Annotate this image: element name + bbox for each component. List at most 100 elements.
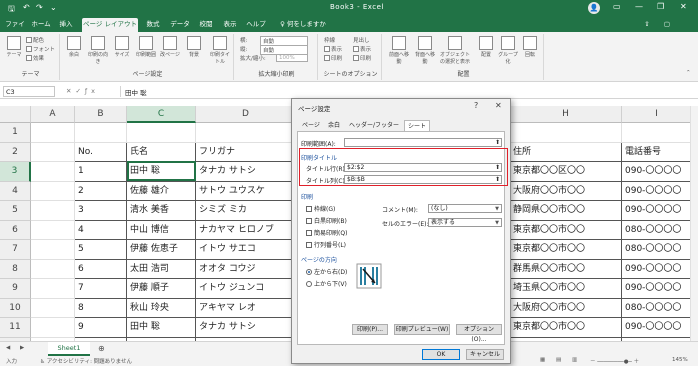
tell-me-search[interactable]: ♀ 何をしますか xyxy=(276,18,330,32)
table-cell[interactable]: 090-〇〇〇〇 xyxy=(622,259,692,279)
table-cell[interactable]: 埼玉県〇〇市〇〇 xyxy=(510,279,622,299)
dialog-tab-page[interactable]: ページ xyxy=(300,120,322,131)
row-header[interactable]: 2 xyxy=(0,142,31,162)
table-cell[interactable] xyxy=(196,123,296,143)
undo-icon[interactable]: ↶ xyxy=(23,3,30,12)
row-header[interactable]: 3 xyxy=(0,162,31,182)
table-header-cell[interactable]: No. xyxy=(75,142,127,162)
table-header-cell[interactable]: フリガナ xyxy=(196,142,296,162)
zoom-slider[interactable]: － ────────●─ ＋ xyxy=(590,357,639,365)
gridlines-checkbox[interactable]: 枠線(G) xyxy=(306,204,335,213)
column-header-c[interactable]: C xyxy=(127,106,196,123)
effects-button[interactable]: 効果 xyxy=(26,54,44,62)
table-cell[interactable]: 080-〇〇〇〇 xyxy=(622,298,692,318)
table-cell[interactable] xyxy=(31,240,75,260)
table-cell[interactable]: 4 xyxy=(75,220,127,240)
radio-left-to-right[interactable]: 左から右(D) xyxy=(306,267,347,276)
ribbon-display-icon[interactable]: ▭ xyxy=(613,2,621,11)
collapse-ribbon-icon[interactable]: ⌃ xyxy=(686,70,691,76)
table-header-cell[interactable]: 氏名 xyxy=(127,142,196,162)
column-header-d[interactable]: D xyxy=(196,106,296,123)
table-cell[interactable] xyxy=(75,123,127,143)
table-header-cell[interactable]: 電話番号 xyxy=(622,142,692,162)
print-titles-button[interactable]: 印刷タイトル xyxy=(208,36,232,65)
table-cell[interactable]: 9 xyxy=(75,318,127,338)
tab-formulas[interactable]: 数式 xyxy=(142,18,164,32)
title-rows-input[interactable]: $2:$2 ⬆ xyxy=(344,163,502,172)
gridlines-print-checkbox[interactable]: 印刷 xyxy=(324,54,342,62)
row-header[interactable]: 11 xyxy=(0,318,31,338)
table-cell[interactable] xyxy=(31,201,75,221)
options-button[interactable]: オプション(O)... xyxy=(456,324,502,343)
black-white-checkbox[interactable]: 白黒印刷(B) xyxy=(306,216,347,225)
row-header[interactable]: 6 xyxy=(0,220,31,240)
formula-buttons[interactable]: ✕✓ƒx xyxy=(66,87,99,95)
vertical-scrollbar[interactable] xyxy=(690,106,698,341)
next-sheet-icon[interactable]: ▶ xyxy=(20,345,24,351)
table-cell[interactable] xyxy=(31,220,75,240)
table-cell[interactable]: 伊藤 佐恵子 xyxy=(127,240,196,260)
row-header[interactable]: 5 xyxy=(0,201,31,221)
table-cell[interactable] xyxy=(622,123,692,143)
print-preview-button[interactable]: 印刷プレビュー(W) xyxy=(394,324,450,335)
dialog-tab-header-footer[interactable]: ヘッダー/フッター xyxy=(346,120,402,131)
themes-button[interactable]: テーマ xyxy=(4,36,24,64)
row-header[interactable]: 1 xyxy=(0,123,31,143)
formula-input[interactable]: 田中 聡 xyxy=(120,86,690,97)
table-cell[interactable] xyxy=(31,162,75,182)
row-col-headings-checkbox[interactable]: 行列番号(L) xyxy=(306,240,346,249)
table-cell[interactable]: 090-〇〇〇〇 xyxy=(622,279,692,299)
table-header-cell[interactable]: 住所 xyxy=(510,142,622,162)
redo-icon[interactable]: ↷ xyxy=(36,3,43,12)
scale-ratio-input[interactable]: 100% xyxy=(276,54,308,62)
comments-icon[interactable]: ▢ xyxy=(660,18,674,32)
select-all-corner[interactable] xyxy=(0,106,31,123)
cancel-button[interactable]: キャンセル xyxy=(466,349,504,360)
table-cell[interactable] xyxy=(510,123,622,143)
tab-view[interactable]: 表示 xyxy=(220,18,240,32)
selection-pane-button[interactable]: オブジェクトの選択と表示 xyxy=(440,36,470,65)
colors-button[interactable]: 配色 xyxy=(26,36,44,44)
table-cell[interactable]: 清水 美香 xyxy=(127,201,196,221)
normal-view-icon[interactable]: ▦ xyxy=(540,357,545,363)
tab-file[interactable]: ファイル xyxy=(4,18,26,41)
table-cell[interactable] xyxy=(31,259,75,279)
headings-view-checkbox[interactable]: 表示 xyxy=(353,45,371,53)
table-cell[interactable]: 秋山 玲央 xyxy=(127,298,196,318)
table-cell[interactable]: 東京都〇〇市〇〇 xyxy=(510,220,622,240)
zoom-level[interactable]: 145% xyxy=(672,357,688,363)
table-cell[interactable]: 群馬県〇〇市〇〇 xyxy=(510,259,622,279)
table-cell[interactable] xyxy=(31,318,75,338)
table-cell[interactable]: アキヤマ レオ xyxy=(196,298,296,318)
column-header-a[interactable]: A xyxy=(31,106,75,123)
share-icon[interactable]: ⇪ xyxy=(640,18,654,32)
prev-sheet-icon[interactable]: ◀ xyxy=(6,345,10,351)
row-header[interactable]: 8 xyxy=(0,259,31,279)
table-cell[interactable] xyxy=(31,181,75,201)
margins-button[interactable]: 余白 xyxy=(64,36,84,64)
accessibility-status[interactable]: ♿ アクセシビリティ: 問題ありません xyxy=(40,357,132,365)
table-cell[interactable]: 東京都〇〇市〇〇 xyxy=(510,240,622,260)
table-cell[interactable]: 080-〇〇〇〇 xyxy=(622,240,692,260)
page-break-view-icon[interactable]: ▥ xyxy=(572,357,577,363)
sheet-tab-sheet1[interactable]: Sheet1 xyxy=(48,342,90,356)
group-button[interactable]: グループ化 xyxy=(498,36,518,65)
table-cell[interactable]: 090-〇〇〇〇 xyxy=(622,201,692,221)
table-cell[interactable]: シミズ ミカ xyxy=(196,201,296,221)
row-header[interactable]: 10 xyxy=(0,298,31,318)
size-button[interactable]: サイズ xyxy=(112,36,132,64)
dialog-tab-sheet[interactable]: シート xyxy=(404,120,430,131)
table-cell[interactable]: 東京都〇〇市〇〇 xyxy=(510,318,622,338)
fonts-button[interactable]: フォント xyxy=(26,45,55,53)
table-cell[interactable] xyxy=(127,123,196,143)
table-cell[interactable]: 090-〇〇〇〇 xyxy=(622,318,692,338)
column-header-i[interactable]: I xyxy=(622,106,692,123)
name-box[interactable]: C3 xyxy=(3,86,55,97)
background-button[interactable]: 背景 xyxy=(184,36,204,64)
table-cell[interactable]: 1 xyxy=(75,162,127,182)
breaks-button[interactable]: 改ページ xyxy=(160,36,180,64)
tab-home[interactable]: ホーム xyxy=(30,18,52,32)
range-picker-icon[interactable]: ⬆ xyxy=(495,164,500,172)
dialog-close-button[interactable]: ✕ xyxy=(495,101,502,110)
dialog-tab-margins[interactable]: 余白 xyxy=(324,120,344,131)
